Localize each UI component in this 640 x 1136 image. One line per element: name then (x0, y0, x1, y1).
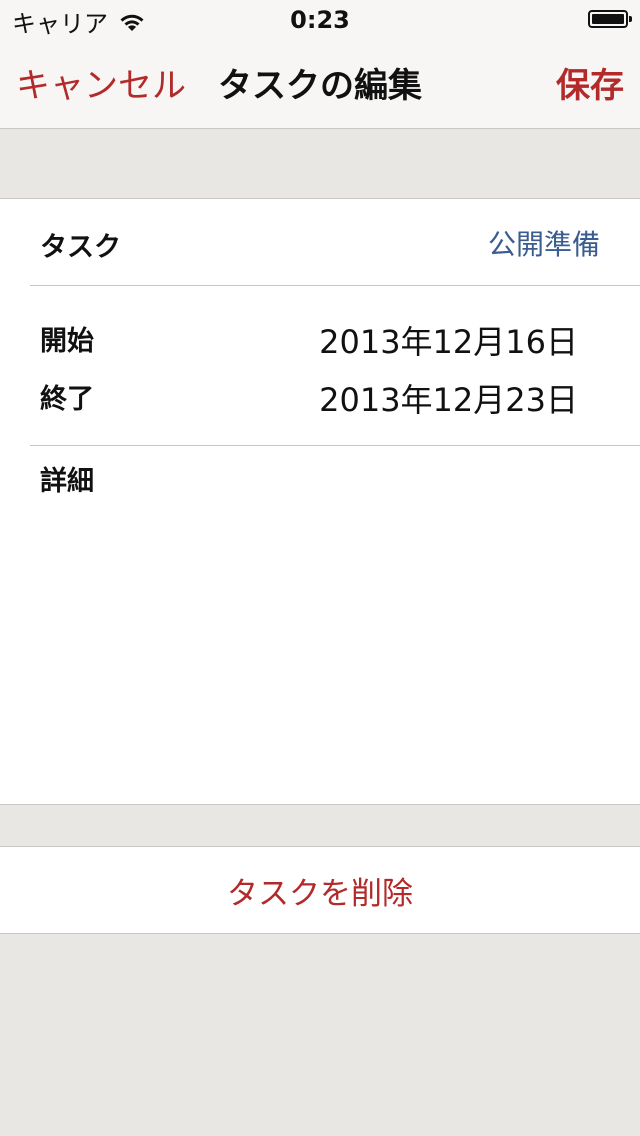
task-label: タスク (40, 232, 121, 263)
battery-icon (588, 10, 632, 28)
details-label: 詳細 (40, 466, 94, 497)
end-label: 終了 (40, 384, 94, 415)
battery-fill (592, 14, 624, 24)
details-text-area[interactable] (40, 509, 600, 769)
navigation-bar: キャリア 0:23 キャンセル タスクの編集 保存 (0, 0, 640, 129)
delete-task-button[interactable]: タスクを削除 (0, 846, 640, 934)
status-time: 0:23 (290, 6, 350, 34)
cancel-button[interactable]: キャンセル (16, 58, 186, 107)
divider (30, 445, 640, 446)
divider (30, 285, 640, 286)
task-value[interactable]: 公開準備 (488, 223, 600, 263)
status-bar: キャリア 0:23 (0, 0, 640, 40)
end-date-value[interactable]: 2013年12月23日 (319, 375, 578, 421)
page-title: タスクの編集 (218, 66, 422, 106)
task-form: タスク 公開準備 開始 2013年12月16日 終了 2013年12月23日 詳… (0, 198, 640, 805)
start-date-value[interactable]: 2013年12月16日 (319, 317, 578, 363)
start-label: 開始 (40, 326, 94, 357)
save-button[interactable]: 保存 (556, 58, 624, 107)
delete-task-label: タスクを削除 (227, 875, 413, 912)
